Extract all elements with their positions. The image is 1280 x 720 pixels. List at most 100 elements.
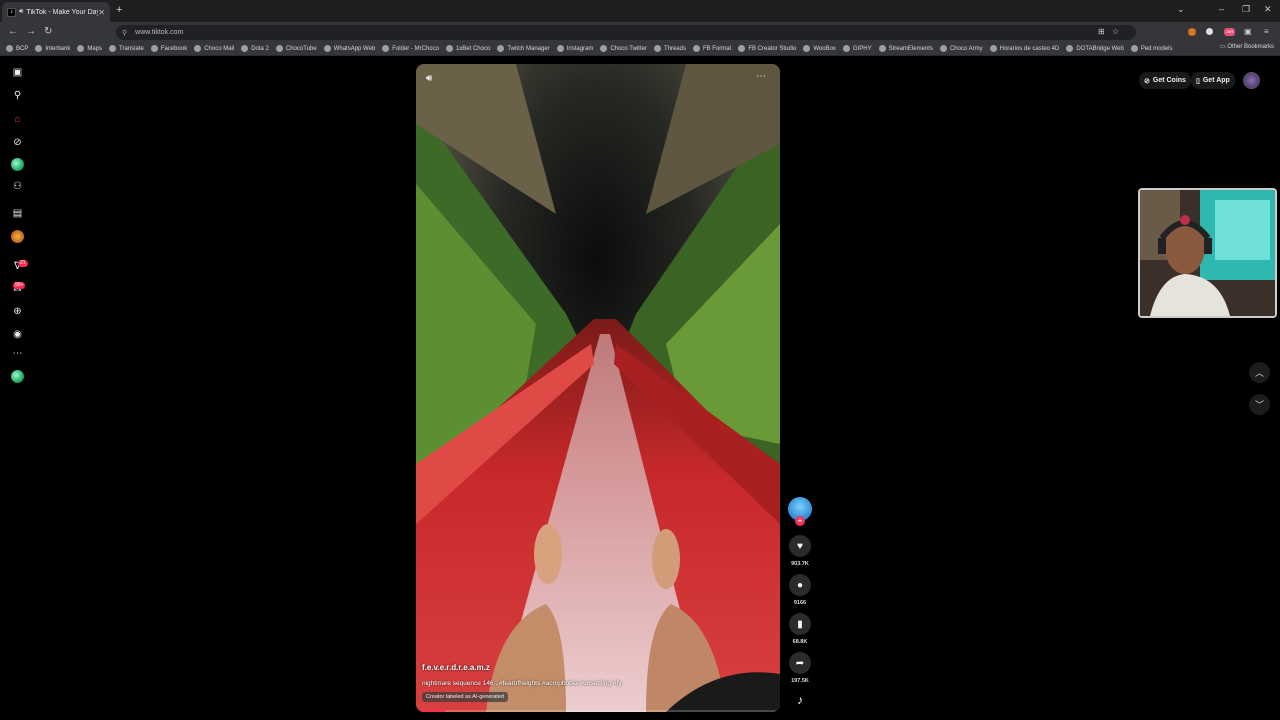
coin-icon: ⊘	[1144, 77, 1150, 85]
bookmark-favicon-icon	[382, 45, 390, 52]
translate-icon[interactable]: ⊞	[1098, 27, 1105, 36]
explore-icon[interactable]: ⊘	[11, 136, 24, 149]
menu-icon[interactable]: ≡	[1264, 27, 1269, 36]
bookmark-item[interactable]: Folder - MrChoco	[382, 45, 439, 52]
bookmark-item[interactable]: ChocoTube	[275, 45, 317, 52]
site-info-icon[interactable]: ⚲	[122, 29, 127, 37]
channel-avatar[interactable]	[11, 230, 24, 243]
bookmark-label: Ped models	[1140, 45, 1173, 52]
close-tab-icon[interactable]: ✕	[98, 8, 105, 17]
extension-badge-icon[interactable]: JAR	[1224, 28, 1235, 36]
reload-button[interactable]: ↻	[44, 26, 52, 37]
user-avatar[interactable]	[1243, 72, 1260, 89]
address-bar[interactable]: ⚲ www.tiktok.com	[116, 25, 1136, 40]
profile-avatar[interactable]	[11, 370, 24, 383]
follow-plus-icon[interactable]: +	[795, 516, 805, 526]
bookmark-favicon-icon	[445, 45, 453, 52]
bookmark-item[interactable]: Translate	[109, 45, 144, 52]
bookmark-favicon-icon	[842, 45, 850, 52]
bookmark-label: FB Creator Studio	[748, 45, 797, 52]
bookmark-item[interactable]: Choco Twitter	[600, 45, 647, 52]
tab-search-icon[interactable]: ⌄	[1177, 4, 1185, 15]
bookmark-item[interactable]: Maps	[77, 45, 102, 52]
upload-icon[interactable]: ⊕	[11, 305, 24, 318]
live-icon[interactable]: ▤	[11, 207, 24, 220]
bookmark-star-icon[interactable]: ☆	[1112, 27, 1119, 36]
video-progress-fill	[416, 710, 446, 712]
bookmark-item[interactable]: BCP	[6, 45, 28, 52]
bookmark-label: Horarios de casteo 4D	[999, 45, 1060, 52]
bookmark-favicon-icon	[803, 45, 811, 52]
bookmark-favicon-icon	[150, 45, 158, 52]
bookmark-item[interactable]: Choco Army	[939, 45, 983, 52]
extensions-puzzle-icon[interactable]: ▣	[1244, 27, 1252, 36]
extension-icon[interactable]	[1206, 28, 1213, 35]
phone-icon: ▯	[1196, 77, 1200, 85]
address-toolbar: ← → ↻ ⚲ www.tiktok.com ⊞ ☆ JAR ▣ ≡	[0, 22, 1280, 42]
bookmark-item[interactable]: GIPHY	[842, 45, 872, 52]
get-app-button[interactable]: ▯ Get App	[1191, 72, 1235, 89]
bookmark-item[interactable]: WooBox	[803, 45, 836, 52]
bookmark-label: Threads	[663, 45, 686, 52]
bookmark-favicon-icon	[77, 45, 85, 52]
activity-icon[interactable]: ◉	[11, 328, 24, 341]
bookmark-item[interactable]: DOTABridge Web	[1066, 45, 1124, 52]
collapse-sidebar-icon[interactable]: ▣	[11, 66, 24, 79]
other-bookmarks[interactable]: ▭ Other Bookmarks	[1220, 43, 1274, 50]
forward-button[interactable]: →	[26, 26, 36, 37]
extension-orange-icon[interactable]	[1188, 28, 1196, 36]
bookmark-item[interactable]: FB Format	[692, 45, 732, 52]
friends-icon[interactable]: ⚇	[11, 180, 24, 193]
bookmark-item[interactable]: Dota 2	[241, 45, 269, 52]
like-button[interactable]: ♥	[789, 535, 811, 557]
next-video-button[interactable]: ﹀	[1249, 394, 1270, 415]
bookmark-item[interactable]: FB Creator Studio	[738, 45, 796, 52]
bookmark-item[interactable]: Instagram	[556, 45, 593, 52]
comment-button[interactable]: ●	[789, 574, 811, 596]
bookmark-label: 1xBet Choco	[455, 45, 491, 52]
home-icon[interactable]: ⌂	[11, 113, 24, 126]
bookmark-item[interactable]: Choco Mail	[194, 45, 234, 52]
search-icon[interactable]: ⚲	[11, 89, 24, 102]
bookmark-favicon-icon	[194, 45, 202, 52]
bookmark-label: FB Format	[702, 45, 732, 52]
share-arrow-icon: ➦	[795, 657, 805, 669]
following-avatar[interactable]	[11, 158, 24, 171]
get-coins-button[interactable]: ⊘ Get Coins	[1139, 72, 1191, 89]
bookmark-item[interactable]: 1xBet Choco	[445, 45, 491, 52]
chevron-down-icon: ﹀	[1254, 400, 1264, 410]
previous-video-button[interactable]: ︿	[1249, 362, 1270, 383]
volume-icon[interactable]: 🔊︎	[426, 73, 432, 84]
bookmarks-bar: BCP Interbank Maps Translate Facebook Choco M…	[0, 42, 1280, 56]
bookmark-item[interactable]: Ped models	[1130, 45, 1173, 52]
ai-generated-label: Creator labeled as AI-generated	[422, 692, 508, 702]
tiktok-sound-icon[interactable]: ♪	[793, 693, 807, 707]
bookmark-label: GIPHY	[852, 45, 872, 52]
bookmark-item[interactable]: Twitch Manager	[497, 45, 550, 52]
bookmark-item[interactable]: Facebook	[150, 45, 187, 52]
maximize-button[interactable]: ❐	[1242, 4, 1250, 15]
bookmark-item[interactable]: Horarios de casteo 4D	[989, 45, 1060, 52]
minimize-button[interactable]: –	[1219, 4, 1224, 14]
video-username[interactable]: f.e.v.e.r.d.r.e.a.m.z	[422, 663, 490, 672]
bookmark-item[interactable]: WhatsApp Web	[323, 45, 375, 52]
save-button[interactable]: ▮	[789, 613, 811, 635]
video-progress-bar[interactable]	[416, 710, 780, 712]
bookmark-icon: ▮	[797, 618, 803, 630]
comment-count: 9166	[793, 600, 807, 606]
bookmark-item[interactable]: Threads	[653, 45, 686, 52]
url-text: www.tiktok.com	[135, 29, 184, 36]
close-window-button[interactable]: ✕	[1264, 4, 1272, 15]
video-player[interactable]: 🔊︎ ⋯ f.e.v.e.r.d.r.e.a.m.z nightmare seq…	[416, 64, 780, 712]
new-tab-button[interactable]: +	[116, 4, 122, 16]
more-options-icon[interactable]: ⋯	[756, 71, 766, 82]
back-button[interactable]: ←	[8, 26, 18, 37]
share-button[interactable]: ➦	[789, 652, 811, 674]
browser-tab[interactable]: ♪ 🔊︎ TikTok - Make Your Day ✕	[2, 2, 110, 22]
more-icon[interactable]: ⋯	[11, 347, 24, 360]
heart-icon: ♥	[797, 540, 803, 552]
speaker-icon[interactable]: 🔊︎	[19, 8, 23, 16]
bookmark-item[interactable]: StreamElements	[878, 45, 933, 52]
get-coins-label: Get Coins	[1152, 77, 1186, 84]
bookmark-item[interactable]: Interbank	[35, 45, 70, 52]
